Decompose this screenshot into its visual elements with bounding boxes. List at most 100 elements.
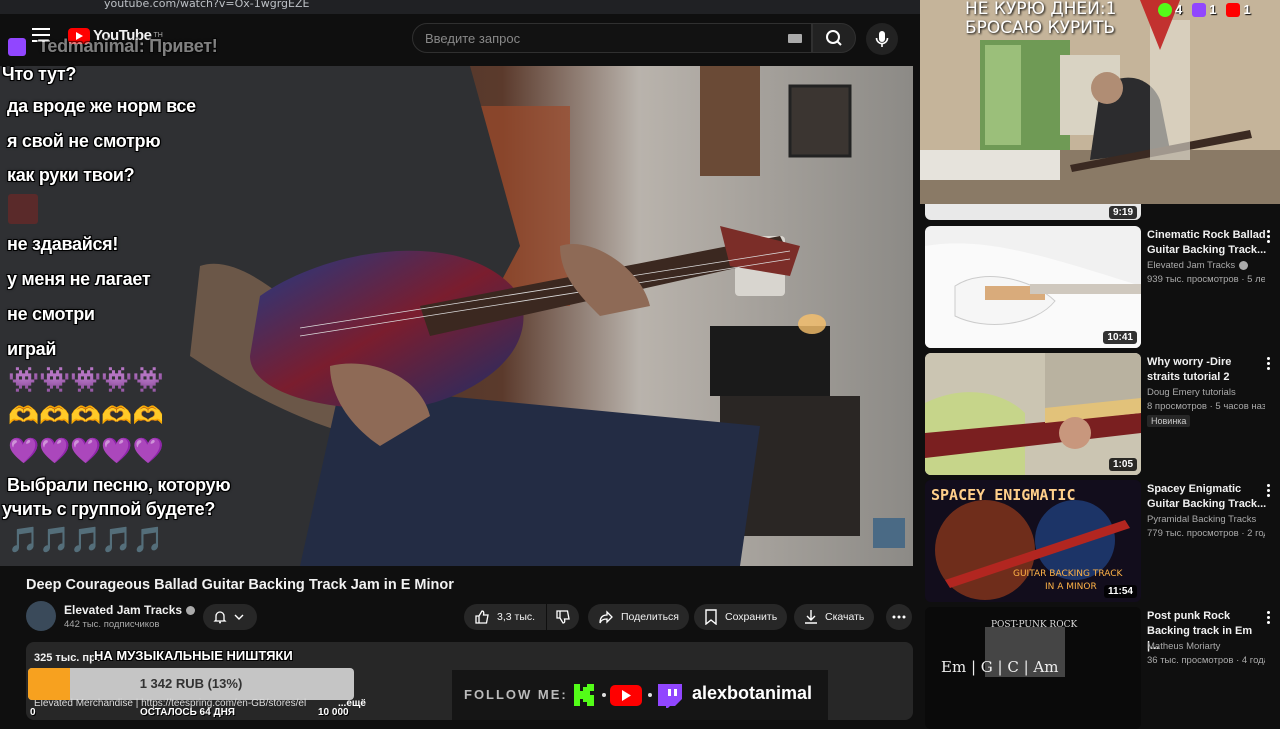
goal-progress-bar: 1 342 RUB (13%) xyxy=(28,668,354,700)
recommendation-title[interactable]: Spacey Enigmatic Guitar Backing Track... xyxy=(1147,482,1267,512)
twitch-icon xyxy=(1192,2,1207,17)
youtube-icon xyxy=(1226,2,1241,17)
recommendation-item[interactable]: POST-PUNK ROCK Em | G | C | Am Post punk… xyxy=(925,607,1275,729)
download-icon xyxy=(805,610,817,624)
recommendation-item[interactable]: 1:05 Why worry -Dire straits tutorial 2 … xyxy=(925,353,1275,475)
twitch-icon xyxy=(658,684,682,708)
chat-avatar xyxy=(8,194,38,224)
thumb-title-text: POST-PUNK ROCK xyxy=(991,620,1077,630)
thumbnail-image xyxy=(925,353,1141,475)
thumb-subtitle-text-2: IN A MINOR xyxy=(1045,582,1097,592)
platform-icons xyxy=(574,684,682,708)
recommendation-meta: 8 просмотров · 5 часов наз... xyxy=(1147,401,1265,412)
chat-message: Выбрали песню, которую xyxy=(7,475,231,495)
stream-chat-overlay: Tedmanimal: Привет! Что тут? да вроде же… xyxy=(0,28,260,558)
video-duration: 9:19 xyxy=(1108,206,1137,219)
search-input[interactable] xyxy=(413,24,811,52)
recommendation-title[interactable]: Cinematic Rock Ballad Guitar Backing Tra… xyxy=(1147,228,1267,258)
recommendation-item[interactable]: SPACEY ENIGMATIC GUITAR BACKING TRACK IN… xyxy=(925,480,1275,602)
dislike-button[interactable] xyxy=(547,604,579,630)
chat-message: у меня не лагает xyxy=(7,269,151,289)
notifications-button[interactable] xyxy=(203,604,257,630)
thumbs-down-icon xyxy=(556,610,570,624)
recommendation-item[interactable]: 10:41 Cinematic Rock Ballad Guitar Backi… xyxy=(925,226,1275,348)
keyboard-icon[interactable] xyxy=(788,34,802,43)
chat-message-partial: Tedmanimal: Привет! xyxy=(38,36,218,56)
search-icon xyxy=(826,30,842,46)
goal-max: 10 000 xyxy=(318,707,349,718)
thumb-chords-text: Em | G | C | Am xyxy=(941,658,1058,676)
recommendation-channel[interactable]: Matheus Moriarty xyxy=(1147,641,1220,652)
more-options-icon[interactable] xyxy=(1263,230,1273,244)
voice-search-button[interactable] xyxy=(866,23,898,55)
kick-count: 4 xyxy=(1175,2,1183,17)
chat-message: учить с группой будете? xyxy=(2,499,216,519)
video-duration: 1:05 xyxy=(1108,458,1137,471)
more-options-icon[interactable] xyxy=(1263,484,1273,498)
more-options-icon[interactable] xyxy=(1263,611,1273,625)
microphone-icon xyxy=(875,31,889,47)
browser-url-bar[interactable]: youtube.com/watch?v=Ox-1wgrgEZE xyxy=(0,0,920,14)
subscriber-count: 442 тыс. подписчиков xyxy=(64,619,160,630)
save-label: Сохранить xyxy=(725,611,778,623)
channel-avatar[interactable] xyxy=(26,601,56,631)
video-thumbnail[interactable]: POST-PUNK ROCK Em | G | C | Am xyxy=(925,607,1141,729)
verified-icon xyxy=(1239,260,1249,270)
channel-name-text: Elevated Jam Tracks xyxy=(64,603,183,617)
recommendation-meta: 36 тыс. просмотров · 4 года... xyxy=(1147,655,1265,666)
recommendation-meta: 779 тыс. просмотров · 2 год... xyxy=(1147,528,1265,539)
music-note-emote-row: 🎵🎵🎵🎵🎵 xyxy=(8,526,164,554)
download-button[interactable]: Скачать xyxy=(794,604,875,630)
save-button[interactable]: Сохранить xyxy=(694,604,788,630)
recommendations-sidebar: 9:19 10:41 Cinematic Rock Ballad Guitar … xyxy=(920,204,1280,729)
follow-label: FOLLOW ME: xyxy=(464,687,568,702)
bell-icon xyxy=(213,611,227,624)
twitch-count: 1 xyxy=(1209,2,1217,17)
recommendation-meta: 939 тыс. просмотров · 5 ле... xyxy=(1147,274,1265,285)
viewer-stats: 4 1 1 xyxy=(1158,2,1251,17)
thumbnail-image: SPACEY ENIGMATIC GUITAR BACKING TRACK IN… xyxy=(925,480,1141,602)
chevron-down-icon xyxy=(234,614,244,620)
thumbs-up-icon xyxy=(475,610,489,624)
channel-name[interactable]: Elevated Jam Tracks xyxy=(64,603,196,617)
goal-remaining: ОСТАЛОСЬ 64 ДНЯ xyxy=(140,707,235,718)
chat-message: не смотри xyxy=(7,304,95,324)
youtube-icon xyxy=(610,685,642,706)
share-icon xyxy=(599,610,613,624)
counter-days: НЕ КУРЮ ДНЕЙ:1 xyxy=(965,0,1117,19)
more-options-icon[interactable] xyxy=(1263,357,1273,371)
chat-message: играй xyxy=(7,339,57,359)
more-horizontal-icon xyxy=(892,615,906,619)
video-thumbnail[interactable]: SPACEY ENIGMATIC GUITAR BACKING TRACK IN… xyxy=(925,480,1141,602)
search-button[interactable] xyxy=(812,23,856,53)
goal-amount: 1 342 RUB (13%) xyxy=(139,676,243,691)
download-label: Скачать xyxy=(825,611,865,623)
twitch-icon xyxy=(8,38,26,56)
recommendation-partial[interactable]: 9:19 xyxy=(925,204,1141,220)
search-box[interactable] xyxy=(412,23,812,53)
video-duration: 10:41 xyxy=(1103,331,1137,344)
channel-name: Elevated Jam Tracks xyxy=(1147,260,1236,271)
like-button[interactable]: 3,3 тыс. xyxy=(464,604,546,630)
video-thumbnail[interactable]: 10:41 xyxy=(925,226,1141,348)
new-badge: Новинка xyxy=(1147,415,1191,427)
video-title: Deep Courageous Ballad Guitar Backing Tr… xyxy=(26,577,454,593)
video-thumbnail[interactable]: 1:05 xyxy=(925,353,1141,475)
chat-message: Что тут? xyxy=(2,64,77,84)
goal-min: 0 xyxy=(30,707,36,718)
like-count: 3,3 тыс. xyxy=(497,611,536,623)
follow-me-banner: FOLLOW ME: alexbotanimal xyxy=(452,670,828,720)
recommendation-channel[interactable]: Pyramidal Backing Tracks xyxy=(1147,514,1256,525)
heart-hands-emote-row: 🫶🫶🫶🫶🫶 xyxy=(8,402,164,430)
video-duration: 11:54 xyxy=(1103,585,1137,598)
purple-heart-emote-row: 💜💜💜💜💜 xyxy=(8,437,164,465)
share-button[interactable]: Поделиться xyxy=(588,604,689,630)
chat-message: как руки твои? xyxy=(7,165,135,185)
more-actions-button[interactable] xyxy=(886,604,912,630)
recommendation-channel[interactable]: Doug Emery tutorials xyxy=(1147,387,1236,398)
twitch-viewers: 1 xyxy=(1192,2,1216,17)
thumb-title-text: SPACEY ENIGMATIC xyxy=(931,486,1076,504)
recommendation-channel[interactable]: Elevated Jam Tracks xyxy=(1147,260,1249,271)
thumb-subtitle-text: GUITAR BACKING TRACK xyxy=(1013,569,1124,579)
recommendation-title[interactable]: Why worry -Dire straits tutorial 2 xyxy=(1147,355,1267,385)
